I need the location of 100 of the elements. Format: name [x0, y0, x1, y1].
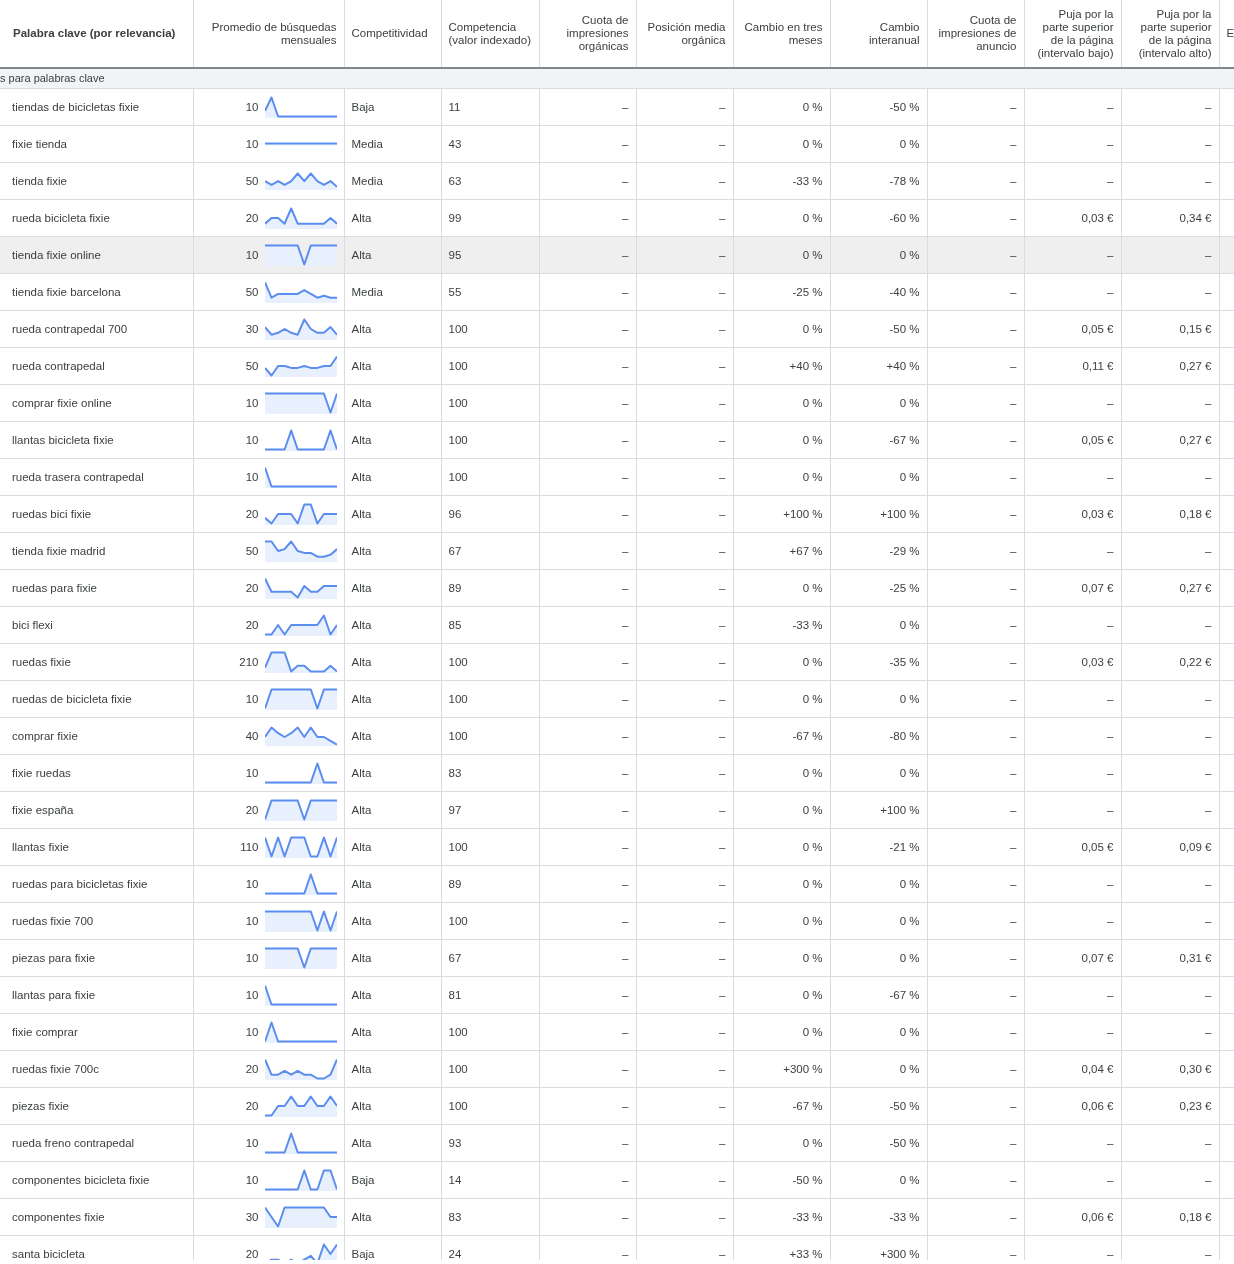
table-cell: –	[636, 1198, 733, 1236]
table-cell: –	[539, 680, 636, 718]
keyword-cell: santa bicicleta	[0, 1235, 193, 1260]
table-cell: –	[927, 347, 1024, 385]
table-cell: –	[1121, 88, 1219, 126]
table-row[interactable]: piezas fixie 20 Alta 100 – – -67 % -50 % – 0,06 € 0,23 €	[0, 1087, 1234, 1125]
table-cell: –	[539, 88, 636, 126]
table-row[interactable]: tienda fixie 50 Media 63 – – -33 % -78 % – – –	[0, 162, 1234, 200]
table-cell: –	[1024, 902, 1121, 940]
keyword-cell: fixie españa	[0, 791, 193, 829]
table-cell: –	[636, 828, 733, 866]
table-cell: 0,15 €	[1121, 310, 1219, 348]
table-cell: –	[1121, 532, 1219, 570]
table-row[interactable]: rueda freno contrapedal 10 Alta 93 – – 0 % -50 % – – –	[0, 1124, 1234, 1162]
table-cell: 24	[441, 1235, 539, 1260]
table-cell: Alta	[344, 458, 441, 496]
table-row[interactable]: ruedas fixie 700c 20 Alta 100 – – +300 % 0 % – 0,04 € 0,30 €	[0, 1050, 1234, 1088]
table-row[interactable]: ruedas fixie 210 Alta 100 – – 0 % -35 % – 0,03 € 0,22 €	[0, 643, 1234, 681]
table-cell: 11	[441, 88, 539, 126]
search-volume: 110	[240, 841, 259, 853]
keyword-cell: ruedas fixie 700c	[0, 1050, 193, 1088]
table-cell: 63	[441, 162, 539, 200]
table-cell: –	[1024, 976, 1121, 1014]
table-cell: 0 %	[830, 458, 927, 496]
table-cell: 0,30 €	[1121, 1050, 1219, 1088]
table-cell: –	[539, 384, 636, 422]
table-row[interactable]: componentes bicicleta fixie 10 Baja 14 – – -50 % 0 % – – –	[0, 1161, 1234, 1199]
table-cell: +40 %	[830, 347, 927, 385]
table-row[interactable]: tienda fixie barcelona 50 Media 55 – – -25 % -40 % – – –	[0, 273, 1234, 311]
table-row[interactable]: tienda fixie madrid 50 Alta 67 – – +67 % -29 % – – –	[0, 532, 1234, 570]
table-cell: –	[1024, 606, 1121, 644]
table-cell: 0 %	[733, 88, 830, 126]
keyword-cell: bici flexi	[0, 606, 193, 644]
table-cell: 0,18 €	[1121, 495, 1219, 533]
table-cell: –	[636, 495, 733, 533]
table-row[interactable]: rueda trasera contrapedal 10 Alta 100 – – 0 % 0 % – – –	[0, 458, 1234, 496]
table-cell: –	[539, 717, 636, 755]
table-cell: Alta	[344, 680, 441, 718]
table-cell: –	[636, 421, 733, 459]
table-cell: Alta	[344, 421, 441, 459]
table-cell: –	[636, 976, 733, 1014]
table-cell: –	[636, 569, 733, 607]
search-volume: 40	[245, 730, 259, 742]
table-row[interactable]: ruedas bici fixie 20 Alta 96 – – +100 % +100 % – 0,03 € 0,18 €	[0, 495, 1234, 533]
table-row[interactable]: santa bicicleta 20 Baja 24 – – +33 % +300 % – – –	[0, 1235, 1234, 1260]
table-cell: Alta	[344, 1013, 441, 1051]
table-row[interactable]: fixie españa 20 Alta 97 – – 0 % +100 % – – –	[0, 791, 1234, 829]
search-volume: 10	[245, 434, 259, 446]
keyword-cell: tienda fixie online	[0, 236, 193, 274]
table-row[interactable]: rueda contrapedal 700 30 Alta 100 – – 0 % -50 % – 0,05 € 0,15 €	[0, 310, 1234, 348]
table-cell: –	[636, 125, 733, 163]
table-cell: 14	[441, 1161, 539, 1199]
table-cell: –	[1024, 680, 1121, 718]
table-cell: 0,03 €	[1024, 199, 1121, 237]
table-cell: 0 %	[733, 902, 830, 940]
table-row[interactable]: ruedas para bicicletas fixie 10 Alta 89 – – 0 % 0 % – – –	[0, 865, 1234, 903]
table-row[interactable]: llantas para fixie 10 Alta 81 – – 0 % -67 % – – –	[0, 976, 1234, 1014]
table-row[interactable]: ruedas fixie 700 10 Alta 100 – – 0 % 0 % – – –	[0, 902, 1234, 940]
table-row[interactable]: componentes fixie 30 Alta 83 – – -33 % -33 % – 0,06 € 0,18 €	[0, 1198, 1234, 1236]
table-cell: 0,27 €	[1121, 347, 1219, 385]
table-cell: –	[636, 754, 733, 792]
table-cell: –	[539, 791, 636, 829]
table-row[interactable]: tienda fixie online 10 Alta 95 – – 0 % 0 % – – –	[0, 236, 1234, 274]
table-cell: –	[539, 865, 636, 903]
keyword-cell: piezas fixie	[0, 1087, 193, 1125]
table-row[interactable]: rueda contrapedal 50 Alta 100 – – +40 % +40 % – 0,11 € 0,27 €	[0, 347, 1234, 385]
table-cell: –	[636, 902, 733, 940]
table-cell: Alta	[344, 1124, 441, 1162]
table-row[interactable]: comprar fixie 40 Alta 100 – – -67 % -80 % – – –	[0, 717, 1234, 755]
table-cell: –	[1121, 902, 1219, 940]
table-cell: +100 %	[830, 791, 927, 829]
table-row[interactable]: fixie ruedas 10 Alta 83 – – 0 % 0 % – – –	[0, 754, 1234, 792]
table-cell: –	[1121, 717, 1219, 755]
table-row[interactable]: ruedas de bicicleta fixie 10 Alta 100 – – 0 % 0 % – – –	[0, 680, 1234, 718]
table-cell: –	[539, 902, 636, 940]
table-cell: –	[927, 606, 1024, 644]
table-cell: 100	[441, 347, 539, 385]
table-cell: –	[539, 199, 636, 237]
table-row[interactable]: fixie comprar 10 Alta 100 – – 0 % 0 % – – –	[0, 1013, 1234, 1051]
table-row[interactable]: ruedas para fixie 20 Alta 89 – – 0 % -25 % – 0,07 € 0,27 €	[0, 569, 1234, 607]
table-row[interactable]: llantas bicicleta fixie 10 Alta 100 – – 0 % -67 % – 0,05 € 0,27 €	[0, 421, 1234, 459]
table-cell: –	[636, 162, 733, 200]
table-row[interactable]: llantas fixie 110 Alta 100 – – 0 % -21 % – 0,05 € 0,09 €	[0, 828, 1234, 866]
table-cell: Alta	[344, 865, 441, 903]
table-row[interactable]: bici flexi 20 Alta 85 – – -33 % 0 % – – –	[0, 606, 1234, 644]
table-row[interactable]: piezas para fixie 10 Alta 67 – – 0 % 0 % – 0,07 € 0,31 €	[0, 939, 1234, 977]
table-cell: Alta	[344, 902, 441, 940]
table-cell: 100	[441, 643, 539, 681]
table-cell: –	[1121, 754, 1219, 792]
table-row[interactable]: fixie tienda 10 Media 43 – – 0 % 0 % – – –	[0, 125, 1234, 163]
keyword-cell: llantas bicicleta fixie	[0, 421, 193, 459]
table-cell: –	[636, 384, 733, 422]
table-row[interactable]: rueda bicicleta fixie 20 Alta 99 – – 0 % -60 % – 0,03 € 0,34 €	[0, 199, 1234, 237]
table-cell: -25 %	[733, 273, 830, 311]
table-row[interactable]: comprar fixie online 10 Alta 100 – – 0 % 0 % – – –	[0, 384, 1234, 422]
table-cell: –	[636, 458, 733, 496]
keyword-cell: rueda contrapedal 700	[0, 310, 193, 348]
table-cell: –	[1121, 125, 1219, 163]
table-row[interactable]: tiendas de bicicletas fixie 10 Baja 11 – – 0 % -50 % – – –	[0, 88, 1234, 126]
search-volume: 10	[245, 471, 259, 483]
